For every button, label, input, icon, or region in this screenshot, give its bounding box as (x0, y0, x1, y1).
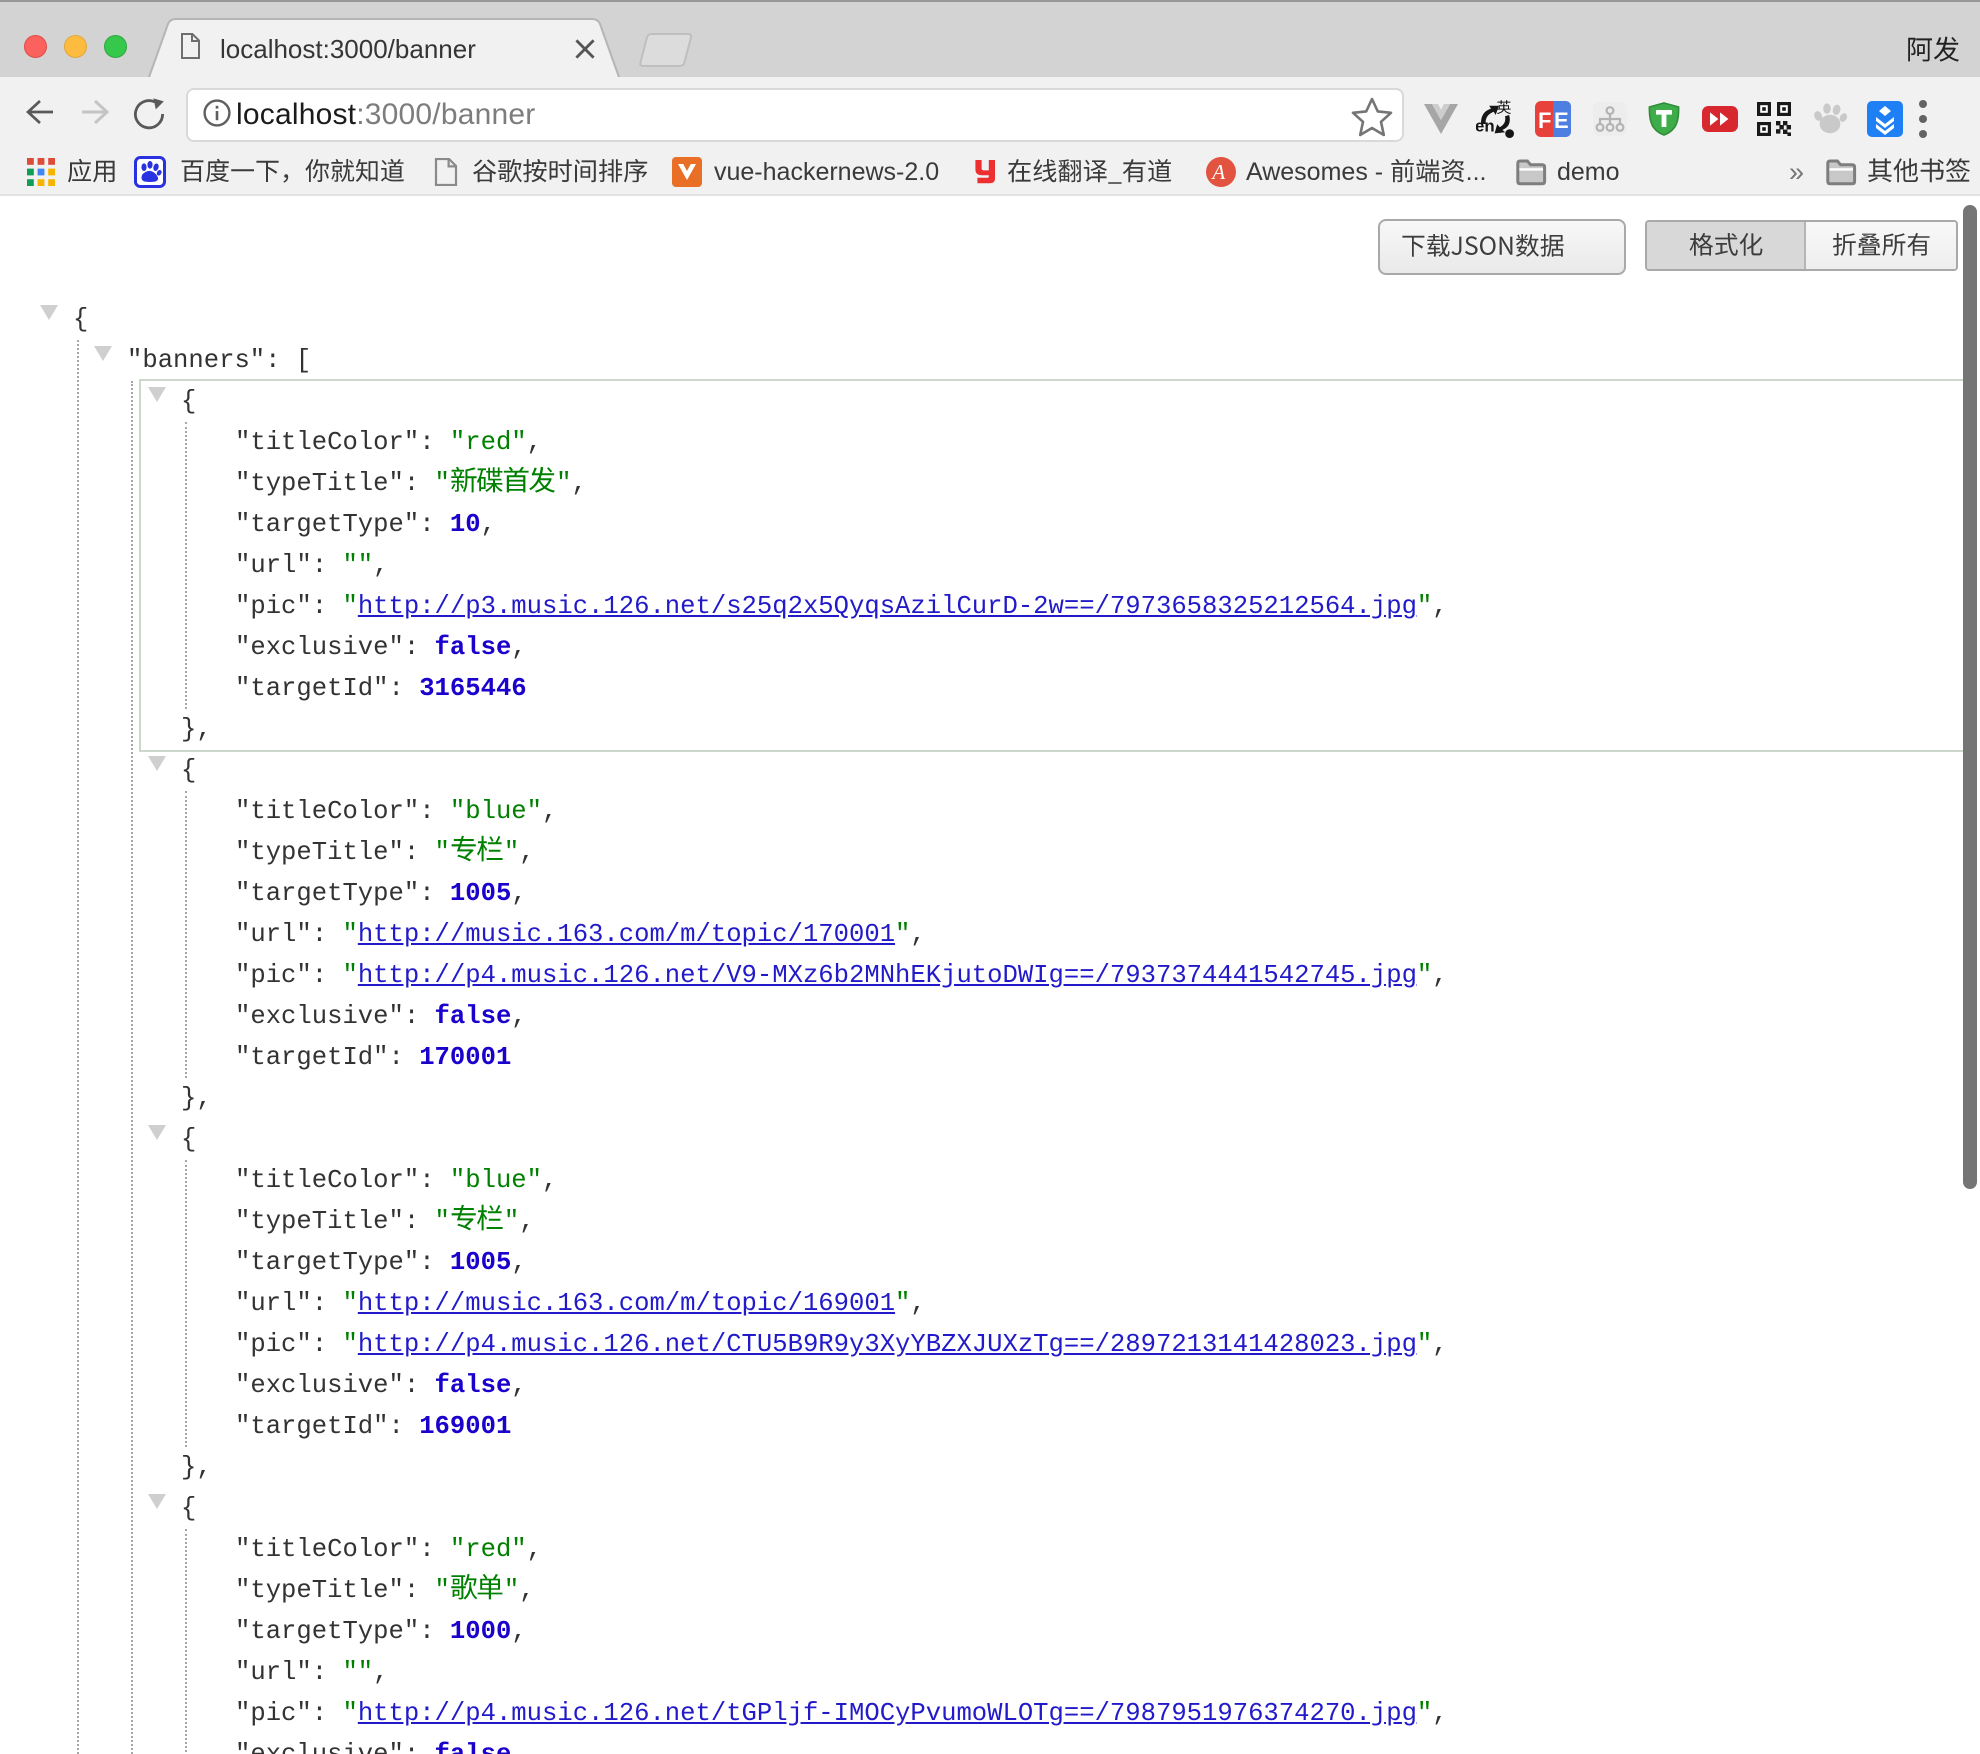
svg-text:F: F (1538, 108, 1551, 133)
svg-text:E: E (1554, 108, 1569, 133)
svg-text:en: en (1476, 116, 1495, 135)
svg-text:A: A (1210, 160, 1225, 184)
